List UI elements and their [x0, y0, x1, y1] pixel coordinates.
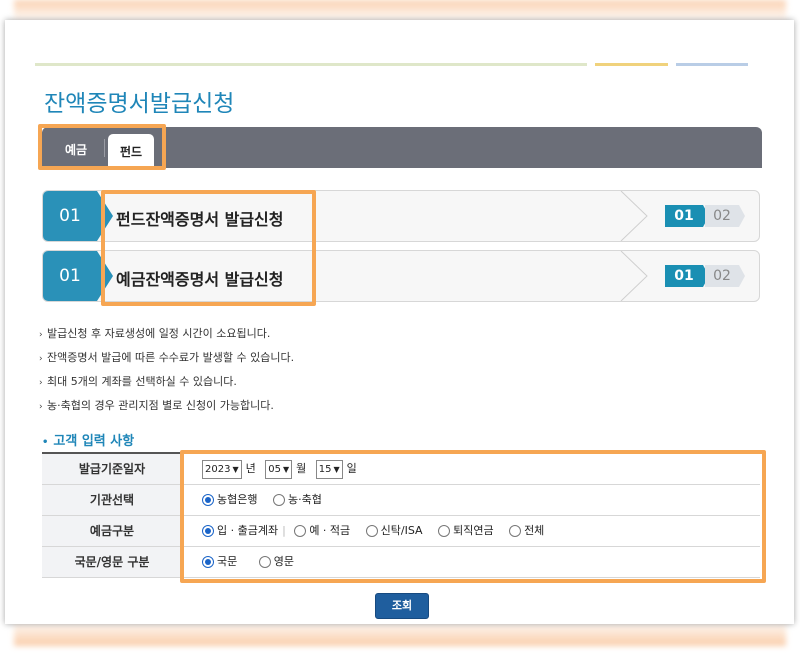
note-item: › 잔액증명서 발급에 따른 수수료가 발생할 수 있습니다. — [39, 346, 294, 370]
form-highlight-box — [180, 450, 766, 583]
step-number: 01 — [43, 251, 97, 301]
bullet-icon: › — [39, 354, 43, 364]
language-label: 국문/영문 구분 — [42, 547, 182, 577]
note-item: › 농·축협의 경우 관리지점 별로 신청이 가능합니다. — [39, 394, 294, 418]
step-badge-next: 02 — [705, 265, 739, 287]
issue-date-label: 발급기준일자 — [42, 454, 182, 484]
decor-line-green — [35, 63, 587, 66]
tabs-highlight-box — [38, 124, 166, 170]
institution-label: 기관선택 — [42, 485, 182, 515]
step-badge-next: 02 — [705, 205, 739, 227]
badge-arrow-icon — [739, 265, 745, 287]
dot-icon: • — [42, 437, 49, 448]
search-button[interactable]: 조회 — [375, 593, 429, 619]
page-title: 잔액증명서발급신청 — [44, 91, 235, 117]
step-badge-current: 01 — [665, 265, 703, 287]
notes-list: › 발급신청 후 자료생성에 일정 시간이 소요됩니다. › 잔액증명서 발급에 따… — [39, 322, 294, 418]
deposit-type-label: 예금구분 — [42, 516, 182, 546]
bullet-icon: › — [39, 402, 43, 412]
decor-line-blue — [676, 63, 748, 66]
bullet-icon: › — [39, 330, 43, 340]
section-title: • 고객 입력 사항 — [42, 434, 135, 449]
step-number: 01 — [43, 191, 97, 241]
note-item: › 발급신청 후 자료생성에 일정 시간이 소요됩니다. — [39, 322, 294, 346]
step-badge-current: 01 — [665, 205, 703, 227]
note-item: › 최대 5개의 계좌를 선택하실 수 있습니다. — [39, 370, 294, 394]
decor-line-yellow — [595, 63, 668, 66]
badge-arrow-icon — [739, 205, 745, 227]
bullet-icon: › — [39, 378, 43, 388]
chevron-right-icon — [620, 191, 648, 241]
top-glow — [14, 0, 786, 22]
chevron-right-icon — [620, 251, 648, 301]
steps-highlight-box — [101, 190, 316, 306]
